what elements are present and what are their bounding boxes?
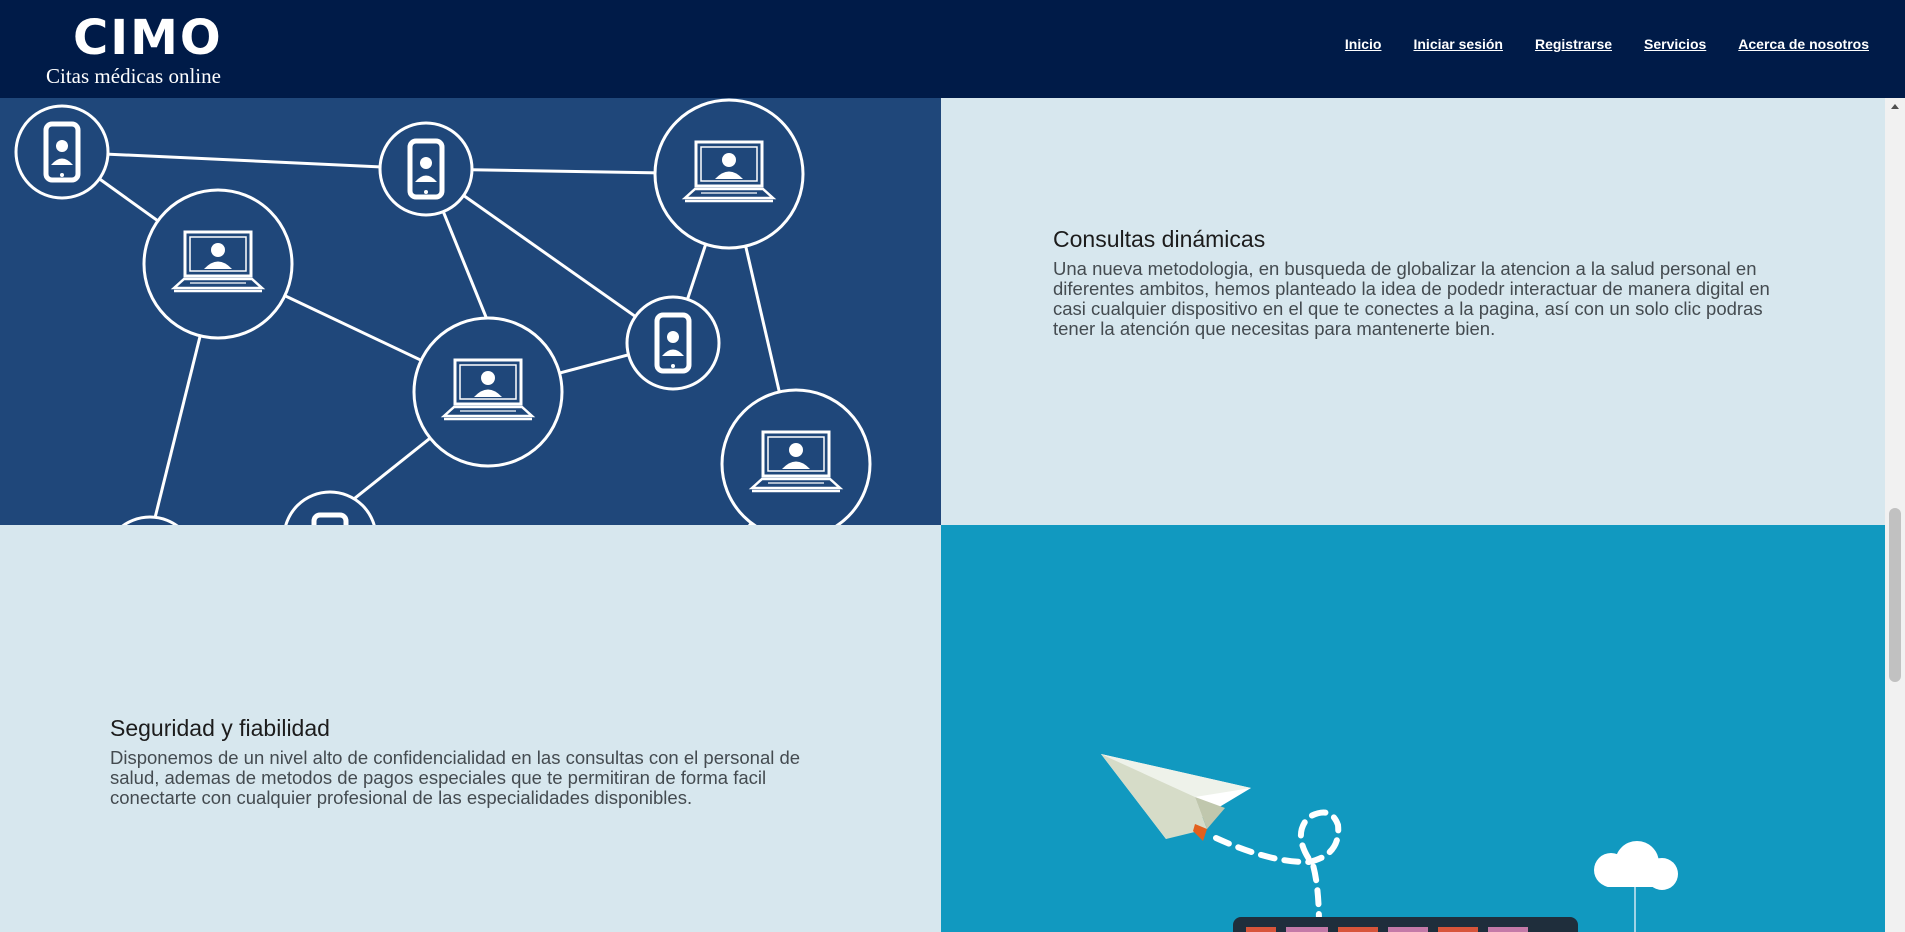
nav-link-iniciar-sesion[interactable]: Iniciar sesión bbox=[1413, 36, 1502, 52]
feature-panel-seguridad: Seguridad y fiabilidad Disponemos de un … bbox=[0, 525, 941, 932]
network-illustration-panel bbox=[0, 98, 941, 525]
top-navbar: CIMO Citas médicas online Inicio Iniciar… bbox=[0, 0, 1905, 98]
feature-description: Disponemos de un nivel alto de confidenc… bbox=[110, 747, 801, 808]
feature-description: Una nueva metodologia, en busqueda de gl… bbox=[1053, 258, 1770, 339]
nav-link-inicio[interactable]: Inicio bbox=[1345, 36, 1382, 52]
nav-link-servicios[interactable]: Servicios bbox=[1644, 36, 1706, 52]
paper-plane-illustration-panel bbox=[941, 525, 1885, 932]
feature-title: Consultas dinámicas bbox=[1053, 226, 1266, 252]
logo-tagline: Citas médicas online bbox=[46, 64, 221, 88]
feature-title: Seguridad y fiabilidad bbox=[110, 715, 330, 741]
logo[interactable]: CIMO Citas médicas online bbox=[40, 8, 240, 94]
page-scrollbar[interactable] bbox=[1885, 98, 1905, 932]
feature-consultas: Consultas dinámicas Una nueva metodologi… bbox=[1053, 226, 1773, 339]
main-nav: Inicio Iniciar sesión Registrarse Servic… bbox=[1313, 36, 1869, 52]
flight-path bbox=[1213, 809, 1342, 928]
feature-seguridad: Seguridad y fiabilidad Disponemos de un … bbox=[110, 715, 830, 808]
nav-link-acerca-de-nosotros[interactable]: Acerca de nosotros bbox=[1738, 36, 1869, 52]
nav-link-registrarse[interactable]: Registrarse bbox=[1535, 36, 1612, 52]
network-illustration bbox=[14, 98, 872, 525]
scrollbar-thumb[interactable] bbox=[1889, 508, 1901, 682]
paper-plane-illustration bbox=[1101, 754, 1678, 932]
paper-plane-icon bbox=[1101, 754, 1251, 841]
feature-panel-consultas: Consultas dinámicas Una nueva metodologi… bbox=[941, 98, 1885, 525]
cloud-icon bbox=[1594, 841, 1678, 890]
scroll-up-arrow-icon[interactable] bbox=[1891, 104, 1899, 109]
logo-title: CIMO bbox=[73, 10, 223, 66]
